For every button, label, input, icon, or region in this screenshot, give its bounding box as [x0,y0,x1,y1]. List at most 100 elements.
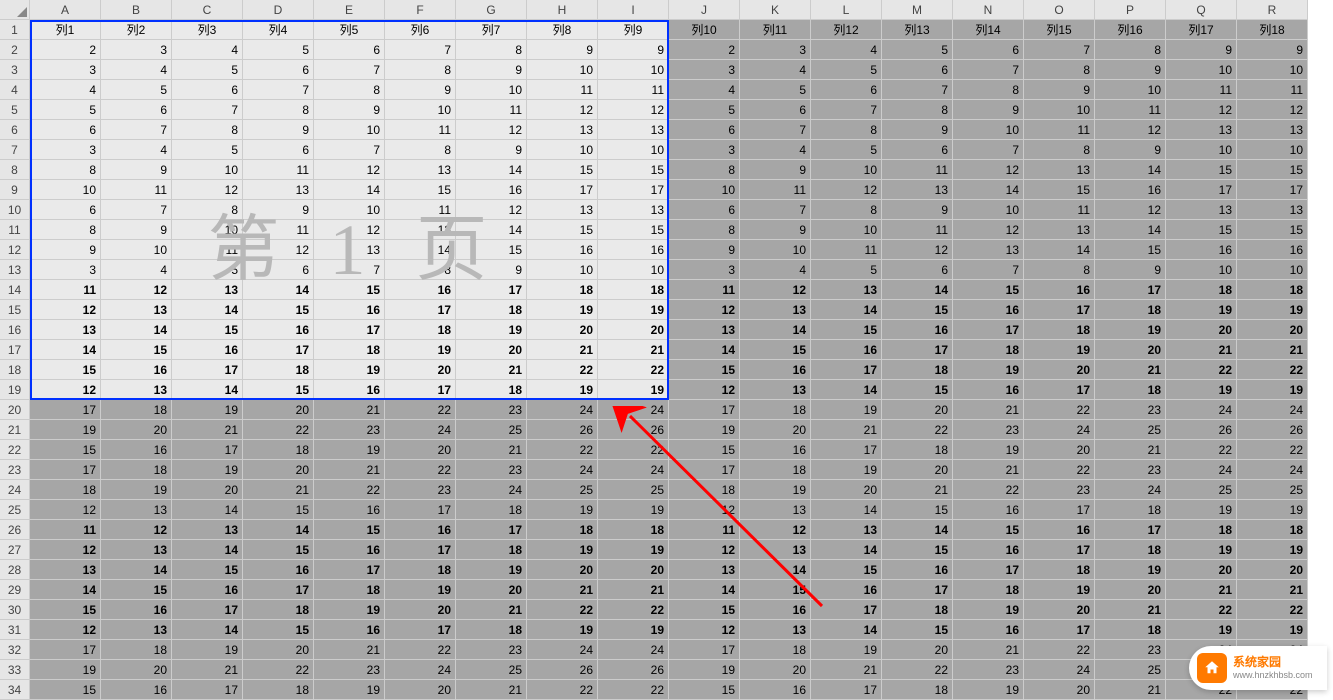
cell[interactable]: 22 [598,440,669,460]
cell[interactable]: 3 [101,40,172,60]
cell[interactable]: 20 [1237,560,1308,580]
cell[interactable]: 16 [1024,280,1095,300]
cell[interactable]: 16 [172,340,243,360]
column-header[interactable]: J [669,0,740,20]
cell[interactable]: 9 [1095,260,1166,280]
cell[interactable]: 10 [172,160,243,180]
cell[interactable]: 20 [243,400,314,420]
cell[interactable]: 19 [598,380,669,400]
cell[interactable]: 20 [811,480,882,500]
cell[interactable]: 13 [385,160,456,180]
row-header[interactable]: 4 [0,80,30,100]
cell[interactable]: 12 [1095,120,1166,140]
cell[interactable]: 18 [1095,300,1166,320]
cell[interactable]: 21 [1095,600,1166,620]
cell[interactable]: 6 [101,100,172,120]
cell[interactable]: 19 [1166,540,1237,560]
cell[interactable]: 17 [314,560,385,580]
cell[interactable]: 12 [30,380,101,400]
cell[interactable]: 15 [811,320,882,340]
cell[interactable]: 17 [172,600,243,620]
cell[interactable]: 9 [314,100,385,120]
cell[interactable]: 8 [882,100,953,120]
cell[interactable]: 22 [527,360,598,380]
cell[interactable]: 10 [527,260,598,280]
column-header[interactable]: Q [1166,0,1237,20]
cell[interactable]: 16 [172,580,243,600]
cell[interactable]: 列6 [385,20,456,40]
cell[interactable]: 12 [456,120,527,140]
cell[interactable]: 15 [953,280,1024,300]
cell[interactable]: 15 [1095,240,1166,260]
cell[interactable]: 12 [669,300,740,320]
cell[interactable]: 17 [1024,300,1095,320]
row-header[interactable]: 30 [0,600,30,620]
cell[interactable]: 5 [30,100,101,120]
cell[interactable]: 12 [30,500,101,520]
spreadsheet-grid[interactable]: ABCDEFGHIJKLMNOPQR1列1列2列3列4列5列6列7列8列9列10… [0,0,1333,700]
row-header[interactable]: 25 [0,500,30,520]
cell[interactable]: 20 [385,600,456,620]
cell[interactable]: 21 [456,440,527,460]
cell[interactable]: 15 [811,560,882,580]
cell[interactable]: 16 [1024,520,1095,540]
cell[interactable]: 14 [882,520,953,540]
cell[interactable]: 19 [101,480,172,500]
cell[interactable]: 24 [1237,460,1308,480]
cell[interactable]: 18 [1024,560,1095,580]
cell[interactable]: 9 [243,120,314,140]
cell[interactable]: 18 [1166,520,1237,540]
cell[interactable]: 21 [598,340,669,360]
row-header[interactable]: 26 [0,520,30,540]
row-header[interactable]: 27 [0,540,30,560]
row-header[interactable]: 31 [0,620,30,640]
cell[interactable]: 18 [669,480,740,500]
row-header[interactable]: 24 [0,480,30,500]
cell[interactable]: 5 [243,40,314,60]
cell[interactable]: 17 [669,640,740,660]
cell[interactable]: 22 [598,680,669,700]
cell[interactable]: 7 [953,60,1024,80]
cell[interactable]: 16 [598,240,669,260]
column-header[interactable]: G [456,0,527,20]
cell[interactable]: 20 [1166,560,1237,580]
cell[interactable]: 11 [243,160,314,180]
cell[interactable]: 6 [314,40,385,60]
cell[interactable]: 6 [669,200,740,220]
cell[interactable]: 8 [385,60,456,80]
cell[interactable]: 15 [669,360,740,380]
cell[interactable]: 21 [882,480,953,500]
cell[interactable]: 12 [101,280,172,300]
cell[interactable]: 7 [101,120,172,140]
cell[interactable]: 13 [172,280,243,300]
cell[interactable]: 18 [1095,380,1166,400]
row-header[interactable]: 32 [0,640,30,660]
row-header[interactable]: 6 [0,120,30,140]
column-header[interactable]: R [1237,0,1308,20]
cell[interactable]: 12 [669,620,740,640]
cell[interactable]: 24 [1095,480,1166,500]
cell[interactable]: 9 [1237,40,1308,60]
cell[interactable]: 19 [1166,620,1237,640]
cell[interactable]: 21 [456,360,527,380]
cell[interactable]: 9 [456,140,527,160]
cell[interactable]: 15 [598,160,669,180]
cell[interactable]: 列4 [243,20,314,40]
cell[interactable]: 12 [669,380,740,400]
cell[interactable]: 20 [598,320,669,340]
cell[interactable]: 15 [882,300,953,320]
row-header[interactable]: 10 [0,200,30,220]
cell[interactable]: 6 [882,60,953,80]
cell[interactable]: 5 [882,40,953,60]
column-header[interactable]: C [172,0,243,20]
cell[interactable]: 13 [314,240,385,260]
cell[interactable]: 22 [882,420,953,440]
cell[interactable]: 16 [740,440,811,460]
cell[interactable]: 19 [1166,380,1237,400]
cell[interactable]: 12 [669,500,740,520]
cell[interactable]: 19 [385,580,456,600]
cell[interactable]: 15 [314,520,385,540]
row-header[interactable]: 1 [0,20,30,40]
cell[interactable]: 13 [953,240,1024,260]
cell[interactable]: 8 [172,200,243,220]
